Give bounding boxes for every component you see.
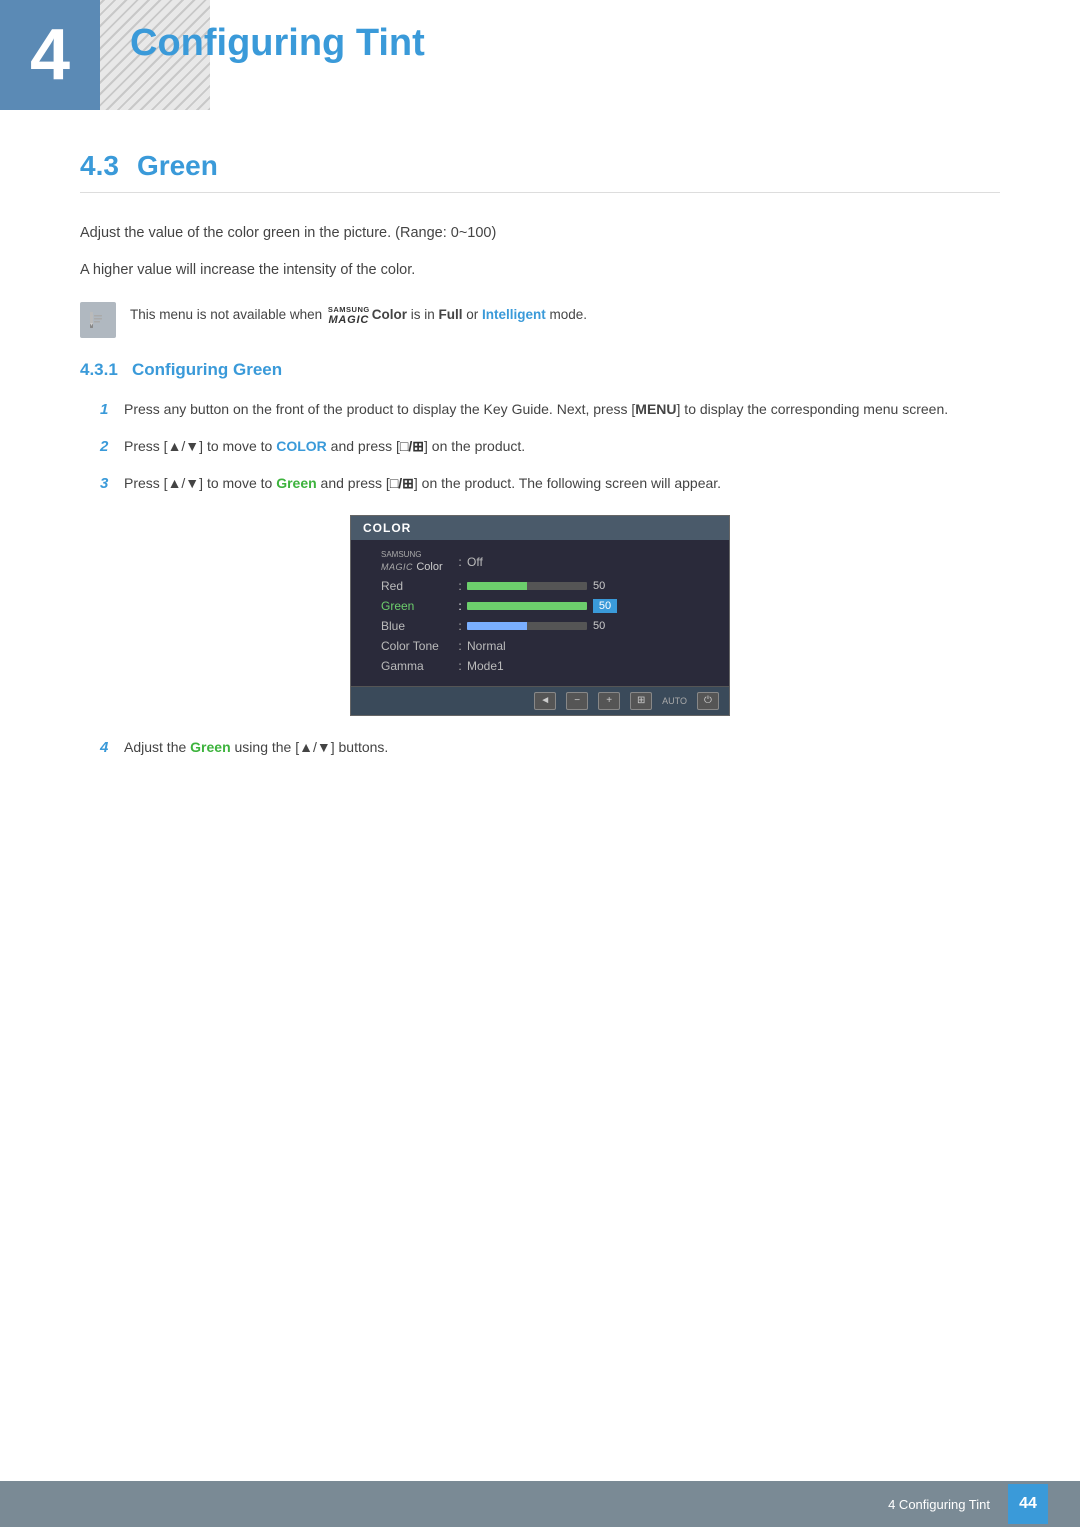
osd-title: COLOR: [363, 521, 411, 535]
osd-btn-power: ⏻: [697, 692, 719, 710]
pencil-icon: [87, 309, 109, 331]
chapter-title: Configuring Tint: [130, 22, 425, 65]
step-2-content: Press [▲/▼] to move to COLOR and press […: [124, 435, 1000, 458]
osd-screenshot: COLOR SAMSUNG MAGIC Color : Off: [350, 515, 730, 716]
note-text: This menu is not available when SAMSUNG …: [130, 300, 587, 327]
osd-value-magic-color: Off: [467, 555, 717, 569]
osd-colon-5: :: [453, 639, 467, 653]
osd-row-magic-color: SAMSUNG MAGIC Color : Off: [363, 548, 717, 576]
osd-colon-1: :: [453, 555, 467, 569]
osd-colon-4: :: [453, 619, 467, 633]
osd-num-green-highlight: 50: [593, 599, 617, 613]
osd-label-magic-color: SAMSUNG MAGIC Color: [363, 551, 453, 573]
section-heading: 4.3 Green: [80, 150, 1000, 193]
samsung-magic-color-inline: SAMSUNG MAGIC: [328, 306, 370, 326]
osd-value-green: 50: [467, 599, 717, 613]
main-content: 4.3 Green Adjust the value of the color …: [0, 110, 1080, 852]
section-title: Green: [137, 150, 218, 182]
osd-row-gamma: Gamma : Mode1: [363, 656, 717, 676]
step-2-num: 2: [100, 435, 124, 460]
osd-row-color-tone: Color Tone : Normal: [363, 636, 717, 656]
chapter-header: 4 Configuring Tint: [0, 0, 1080, 110]
osd-value-red: 50: [467, 580, 717, 592]
osd-value-gamma-text: Mode1: [467, 659, 504, 673]
step-1: 1 Press any button on the front of the p…: [100, 398, 1000, 423]
steps-list: 1 Press any button on the front of the p…: [100, 398, 1000, 496]
osd-value-gamma: Mode1: [467, 659, 717, 673]
step-4: 4 Adjust the Green using the [▲/▼] butto…: [100, 736, 1000, 761]
subsection-title: Configuring Green: [132, 360, 282, 379]
step-3-num: 3: [100, 472, 124, 497]
intelligent-label: Intelligent: [482, 307, 546, 322]
description-2: A higher value will increase the intensi…: [80, 258, 1000, 283]
note-box: This menu is not available when SAMSUNG …: [80, 300, 1000, 338]
osd-value-blue: 50: [467, 620, 717, 632]
osd-bar-fill-green: [467, 602, 587, 610]
step-4-num: 4: [100, 736, 124, 761]
osd-bar-blue: [467, 622, 587, 630]
steps-list-2: 4 Adjust the Green using the [▲/▼] butto…: [100, 736, 1000, 761]
osd-value-magic-text: Off: [467, 555, 483, 569]
chapter-number: 4: [30, 19, 70, 91]
osd-btn-enter: ⊞: [630, 692, 652, 710]
osd-value-color-tone: Normal: [467, 639, 717, 653]
step-4-content: Adjust the Green using the [▲/▼] buttons…: [124, 736, 1000, 759]
osd-bar-fill-blue: [467, 622, 527, 630]
step-1-num: 1: [100, 398, 124, 423]
section-number: 4.3: [80, 150, 119, 182]
osd-box: COLOR SAMSUNG MAGIC Color : Off: [350, 515, 730, 716]
osd-colon-3: :: [453, 599, 467, 613]
osd-row-blue: Blue : 50: [363, 616, 717, 636]
osd-btn-back: ◄: [534, 692, 556, 710]
description-1: Adjust the value of the color green in t…: [80, 221, 1000, 246]
full-label: Full: [438, 307, 462, 322]
step-3-content: Press [▲/▼] to move to Green and press […: [124, 472, 1000, 495]
osd-btn-plus: +: [598, 692, 620, 710]
osd-label-red: Red: [363, 579, 453, 593]
osd-num-red: 50: [593, 580, 617, 592]
note-icon: [80, 302, 116, 338]
step-1-content: Press any button on the front of the pro…: [124, 398, 1000, 421]
osd-bar-fill-red: [467, 582, 527, 590]
osd-row-green: Green : 50: [363, 596, 717, 616]
osd-row-red: Red : 50: [363, 576, 717, 596]
footer-page-number: 44: [1008, 1484, 1048, 1524]
osd-label-color-tone: Color Tone: [363, 639, 453, 653]
chapter-number-box: 4: [0, 0, 100, 110]
osd-label-gamma: Gamma: [363, 659, 453, 673]
osd-colon-6: :: [453, 659, 467, 673]
osd-bar-red: [467, 582, 587, 590]
osd-bottom-bar: ◄ − + ⊞ AUTO ⏻: [351, 686, 729, 715]
subsection-number: 4.3.1: [80, 360, 118, 379]
subsection-heading: 4.3.1 Configuring Green: [80, 360, 1000, 380]
step-2: 2 Press [▲/▼] to move to COLOR and press…: [100, 435, 1000, 460]
page-footer: 4 Configuring Tint 44: [0, 1481, 1080, 1527]
osd-colon-2: :: [453, 579, 467, 593]
osd-num-blue: 50: [593, 620, 617, 632]
osd-auto-label: AUTO: [662, 696, 687, 706]
osd-title-bar: COLOR: [351, 516, 729, 540]
step-3: 3 Press [▲/▼] to move to Green and press…: [100, 472, 1000, 497]
osd-rows: SAMSUNG MAGIC Color : Off Red :: [351, 540, 729, 686]
osd-label-blue: Blue: [363, 619, 453, 633]
footer-text: 4 Configuring Tint: [888, 1497, 990, 1512]
osd-btn-minus: −: [566, 692, 588, 710]
osd-bar-green: [467, 602, 587, 610]
osd-label-green: Green: [363, 599, 453, 613]
osd-value-ct-text: Normal: [467, 639, 506, 653]
